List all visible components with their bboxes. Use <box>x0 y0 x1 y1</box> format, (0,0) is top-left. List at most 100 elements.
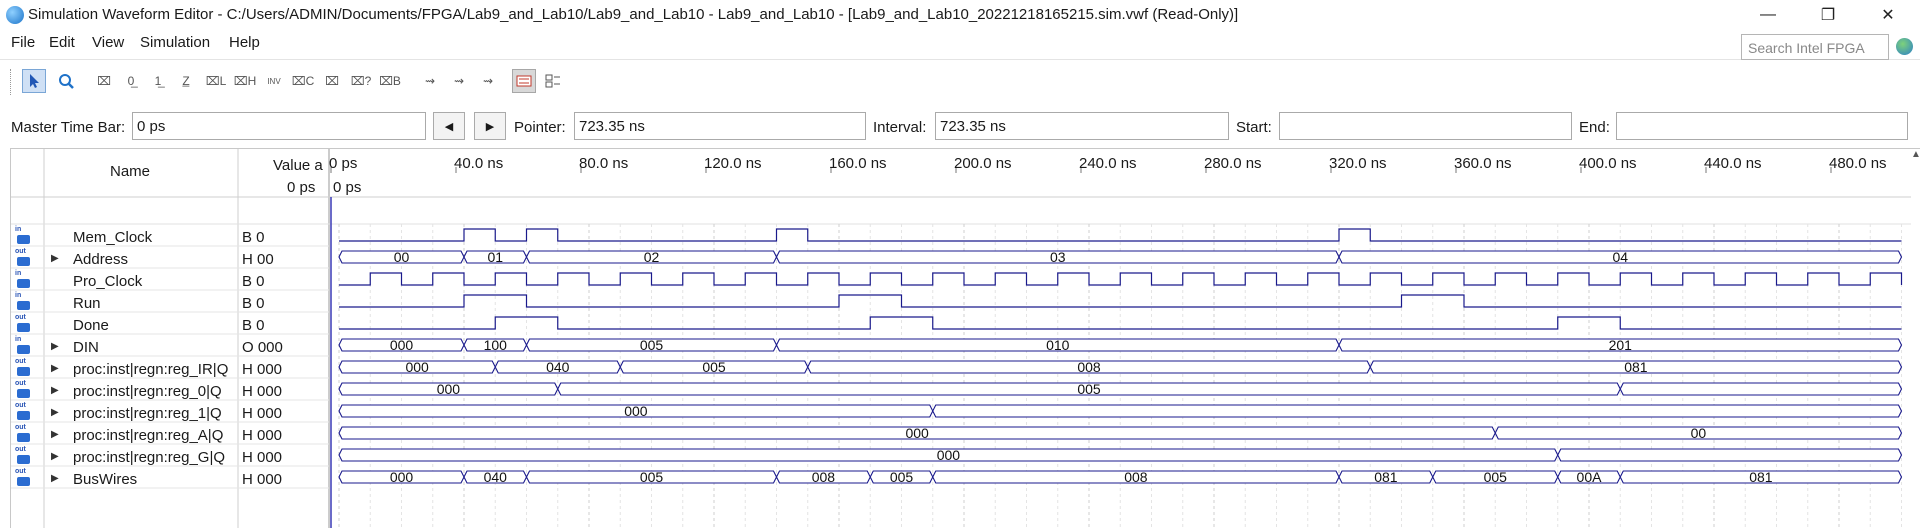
restore-button[interactable]: ❐ <box>1800 0 1856 30</box>
run-timing-button[interactable]: ⇝ <box>447 69 471 93</box>
output-pin-icon: out <box>15 424 33 444</box>
vertical-scrollbar[interactable]: ▲ <box>1911 149 1920 528</box>
clock-button[interactable]: ⌧ <box>320 69 344 93</box>
bus-segment <box>1619 382 1903 396</box>
pin-direction-tag: out <box>15 314 26 321</box>
expand-arrow-icon[interactable]: ▶ <box>51 451 59 462</box>
output-pin-icon: out <box>15 446 33 466</box>
bus-value-label: 000 <box>937 447 961 463</box>
expand-arrow-icon[interactable]: ▶ <box>51 363 59 374</box>
force-hiz-button[interactable]: Z̲ <box>174 69 198 93</box>
force-low-button[interactable]: 0̲ <box>119 69 143 93</box>
start-field[interactable] <box>1279 112 1572 140</box>
value-time: 0 ps <box>287 179 316 196</box>
menu-file[interactable]: File <box>11 34 35 51</box>
name-column-header[interactable]: Name <box>44 163 216 180</box>
force-weak-high-button[interactable]: ⌧H <box>233 69 257 93</box>
search-input[interactable]: Search Intel FPGA <box>1741 34 1889 60</box>
signal-name: DIN <box>73 339 99 356</box>
end-field[interactable] <box>1616 112 1908 140</box>
run-functional-button[interactable]: ⇝ <box>418 69 442 93</box>
tick-label: 440.0 ns <box>1704 155 1762 172</box>
tick-label: 200.0 ns <box>954 155 1012 172</box>
menu-edit[interactable]: Edit <box>49 34 75 51</box>
signal-value: H 000 <box>242 383 283 400</box>
force-unknown-button[interactable]: ⌧ <box>92 69 116 93</box>
expand-arrow-icon[interactable]: ▶ <box>51 473 59 484</box>
input-pin-icon: in <box>15 336 33 356</box>
time-ruler[interactable]: 0 ps 40.0 ns 80.0 ns 120.0 ns 160.0 ns 200.0 … <box>329 149 1912 197</box>
pin-direction-tag: in <box>15 292 22 299</box>
bus-value-label: 000 <box>905 425 929 441</box>
signal-name: Run <box>73 295 101 312</box>
random-value-button[interactable]: ⌧? <box>349 69 373 93</box>
pointer-tool[interactable] <box>22 69 46 93</box>
expand-arrow-icon[interactable]: ▶ <box>51 341 59 352</box>
arbitrary-value-button[interactable]: ⌧B <box>378 69 402 93</box>
bus-value-label: 01 <box>487 249 503 265</box>
bus-segment <box>932 404 1903 418</box>
signal-value: H 000 <box>242 361 283 378</box>
pin-direction-tag: out <box>15 358 26 365</box>
tick-label: 480.0 ns <box>1829 155 1887 172</box>
output-pin-icon: out <box>15 314 33 334</box>
pin-body <box>17 235 30 244</box>
zoom-tool[interactable] <box>54 69 78 93</box>
tick-label: 80.0 ns <box>579 155 629 172</box>
count-value-button[interactable]: ⌧C <box>291 69 315 93</box>
bus-value-label: 005 <box>1484 469 1508 485</box>
bus-value-label: 02 <box>644 249 660 265</box>
pin-body <box>17 367 30 376</box>
signal-row[interactable]: out ▶ BusWires H 000 <box>11 466 329 493</box>
output-pin-icon: out <box>15 358 33 378</box>
bus-value-label: 010 <box>1046 337 1070 353</box>
force-high-button[interactable]: 1̲ <box>146 69 170 93</box>
expand-arrow-icon[interactable]: ▶ <box>51 253 59 264</box>
clock-icon: ⌧ <box>325 74 339 88</box>
pointer-icon <box>30 74 39 88</box>
signal-name: proc:inst|regn:reg_A|Q <box>73 427 224 444</box>
arbitrary-value-icon: ⌧B <box>379 74 401 88</box>
force-weak-low-button[interactable]: ⌧L <box>204 69 228 93</box>
close-button[interactable]: ✕ <box>1860 0 1916 30</box>
menu-help[interactable]: Help <box>229 34 260 51</box>
waveform-area[interactable]: 00 01 02 03 04000 100 005 010 201000 040 005 008 081… <box>329 197 1912 528</box>
signal-name: proc:inst|regn:reg_1|Q <box>73 405 222 422</box>
globe-icon[interactable] <box>1896 38 1913 55</box>
timing-netlist-button[interactable]: ⇝ <box>476 69 500 93</box>
bus-value-label: 000 <box>390 469 414 485</box>
prev-transition-button[interactable]: ◀ <box>433 112 465 140</box>
expand-arrow-icon[interactable]: ▶ <box>51 429 59 440</box>
expand-arrow-icon[interactable]: ▶ <box>51 385 59 396</box>
menu-view[interactable]: View <box>92 34 124 51</box>
master-time-field[interactable]: 0 ps <box>132 112 426 140</box>
waveform-view-button[interactable] <box>512 69 536 93</box>
invert-button[interactable]: INV <box>262 69 286 93</box>
pointer-field: 723.35 ns <box>574 112 866 140</box>
pin-direction-tag: in <box>15 226 22 233</box>
pin-direction-tag: in <box>15 336 22 343</box>
bus-value-label: 005 <box>640 469 664 485</box>
value-column-header[interactable]: Value a <box>273 157 323 174</box>
menu-simulation[interactable]: Simulation <box>140 34 210 51</box>
tabular-view-button[interactable] <box>541 69 565 93</box>
menu-bar: File Edit View Simulation Help <box>0 30 1920 60</box>
title-bar: Simulation Waveform Editor - C:/Users/AD… <box>0 0 1920 30</box>
signal-value: B 0 <box>242 229 265 246</box>
input-pin-icon: in <box>15 270 33 290</box>
bus-value-label: 005 <box>890 469 914 485</box>
pin-direction-tag: out <box>15 402 26 409</box>
bus-value-label: 008 <box>1077 359 1101 375</box>
end-label: End: <box>1579 119 1610 136</box>
signal-value: O 000 <box>242 339 283 356</box>
signal-name: proc:inst|regn:reg_0|Q <box>73 383 222 400</box>
run-timing-icon: ⇝ <box>453 74 465 88</box>
bus-segment <box>1557 448 1903 462</box>
window-title: Simulation Waveform Editor - C:/Users/AD… <box>28 6 1239 23</box>
zoom-icon <box>59 74 74 89</box>
signal-value: B 0 <box>242 273 265 290</box>
expand-arrow-icon[interactable]: ▶ <box>51 407 59 418</box>
next-transition-button[interactable]: ▶ <box>474 112 506 140</box>
minimize-button[interactable]: — <box>1740 0 1796 30</box>
cursor-time-label: 0 ps <box>333 179 362 196</box>
